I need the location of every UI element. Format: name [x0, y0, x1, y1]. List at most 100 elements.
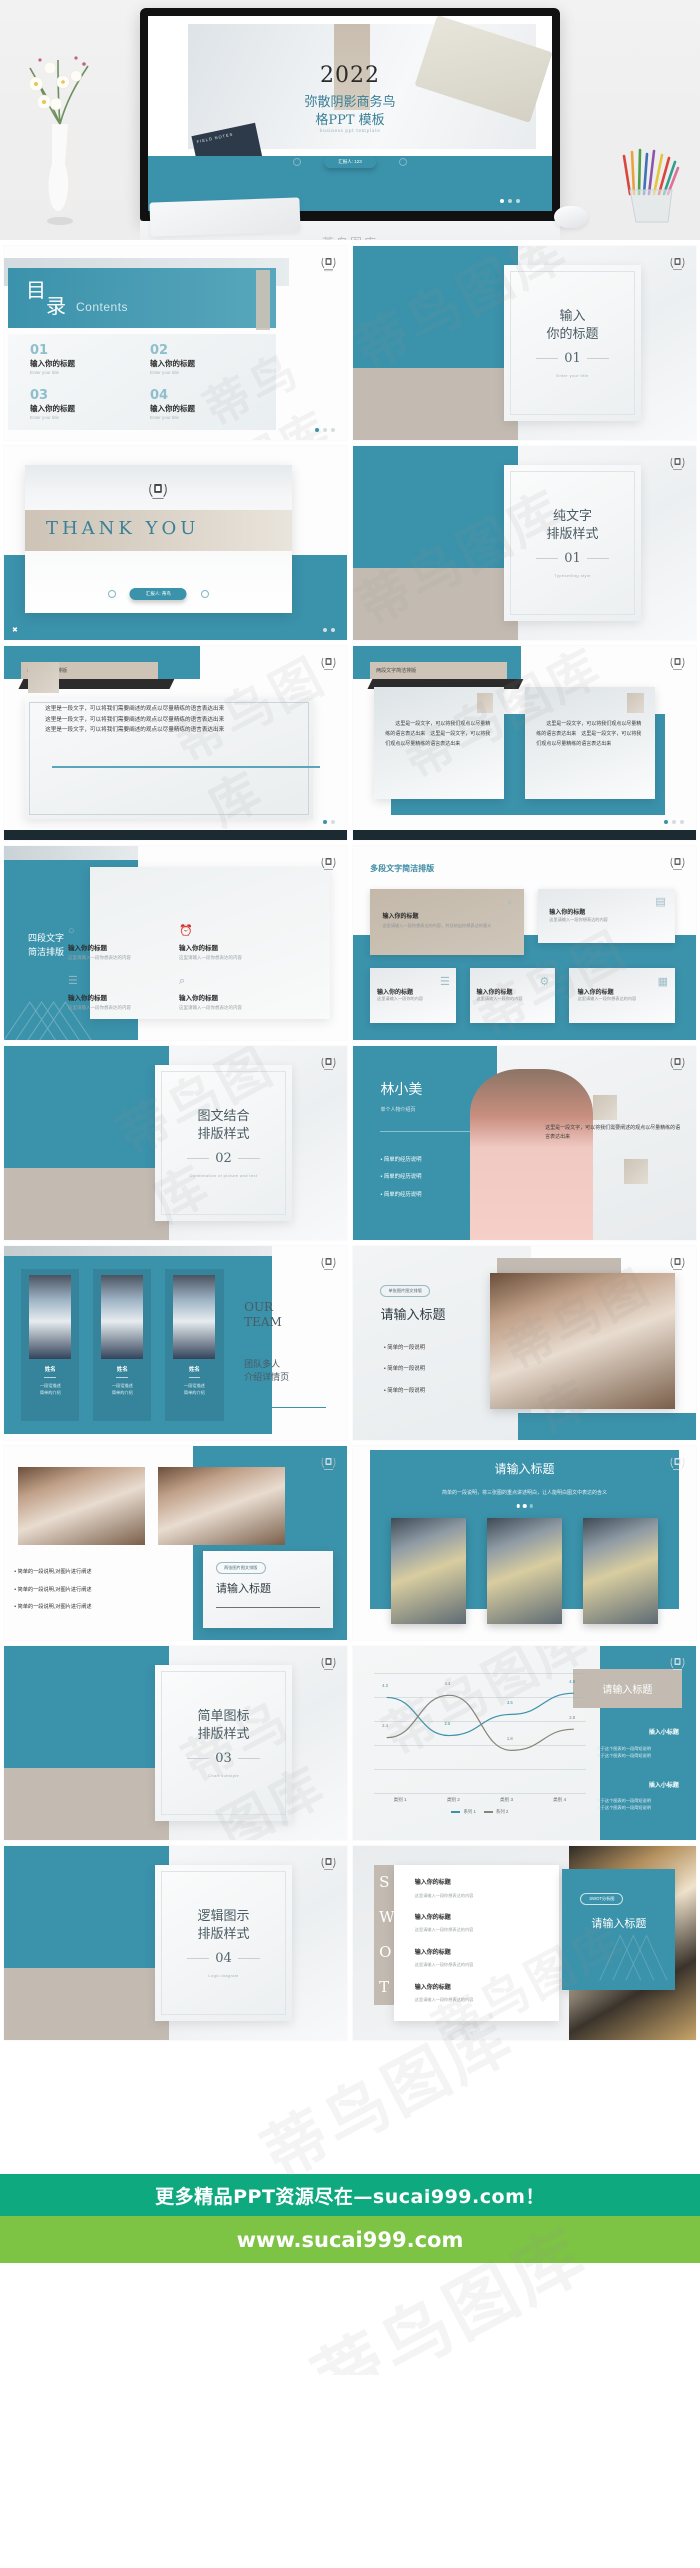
- cover-card: 简单图标 排版样式 03 Chart substyle: [154, 1665, 293, 1821]
- chart-point-label: 4.5: [569, 1678, 576, 1684]
- multi-card-5[interactable]: ▦ 输入你的标题 这里请输入一段你想表达的内容: [569, 968, 676, 1023]
- multi-card-3[interactable]: ☰ 输入你的标题 这里请输入一段你的内容: [370, 968, 456, 1023]
- desk-keyboard: [149, 197, 301, 237]
- slide-person-profile[interactable]: 林小美 单个人物介绍页 • 简单的经历说明 • 简单的经历说明 • 简单的经历说…: [353, 1046, 696, 1240]
- multi-card-desc: 这里请输入一段你想表达的内容: [577, 996, 637, 1002]
- slide-two-paragraph[interactable]: 两段文字简洁排版 这里是一段文字，可以将我们观点以尽量精练的语言表达出来 这里是…: [353, 646, 696, 840]
- slide-one-paragraph[interactable]: 单段文字简洁排版 这里是一段文字，可以将我们需要阐述的观点以尽量精练的语言表达出…: [4, 646, 347, 840]
- grid-icon: ▦: [657, 975, 668, 988]
- team-heading: OUR TEAM: [244, 1300, 326, 1330]
- page-tail: 蒂鸟图库: [0, 2213, 700, 2375]
- page-dots: [315, 628, 335, 632]
- paragraph-line: 这里是一段文字，可以将我们需要阐述的观点以尽量精练的语言表达出来: [45, 716, 225, 723]
- title-slide-year: 2022: [320, 62, 380, 88]
- wreath-logo-icon: [321, 1857, 336, 1870]
- chart-line-系列 2: [386, 1695, 573, 1750]
- chart-legend: 系列 1 系列 2: [374, 1809, 587, 1815]
- icon-cell-2[interactable]: ⏰ 输入你的标题 这里请输入一段你想表达的内容: [179, 926, 316, 961]
- icon-cell-title: 输入你的标题: [179, 995, 218, 1002]
- tan-square-accent: [476, 693, 494, 713]
- slide-swot[interactable]: S W O T 输入你的标题 这里请输入一段你想表达的内容 输入你的标题 这里请…: [353, 1846, 696, 2040]
- icon-cell-4[interactable]: ⌕ 输入你的标题 这里请输入一段你想表达的内容: [179, 976, 316, 1011]
- slide-section-cover-text-01[interactable]: 纯文字 排版样式 01 Typesetting style 蒂鸟图库: [353, 446, 696, 640]
- cover-en-label: Typesetting style: [554, 573, 591, 579]
- multi-card-1[interactable]: ♀ 输入你的标题 这里请输入一段你想表达的内容，并总结出你想表达的意义: [370, 888, 525, 955]
- bullet-3: • 简单的一段说明,对图片进行阐述: [14, 1604, 92, 1611]
- slide-our-team[interactable]: 姓名 一段话描述 简单的介绍 姓名 一段话描述 简单的介绍 姓名 一段话描述 简…: [4, 1246, 347, 1440]
- monitor-bezel: FIELD NOTES 2022 弥散阴影商务鸟 格PPT 模板 busines…: [140, 8, 560, 221]
- contents-item-number: 03: [30, 388, 49, 403]
- contents-cn-char-1: 目: [26, 278, 46, 302]
- thankyou-card: THANK YOU 汇报人: 蒂鸟: [24, 465, 293, 613]
- cover-en-label: Logic diagram: [208, 1973, 239, 1979]
- bullet-3: • 简单的一段说明: [383, 1387, 425, 1394]
- team-member-3[interactable]: 姓名 一段话描述 简单的介绍: [165, 1269, 224, 1421]
- slide-contents[interactable]: 目 录 Contents 01 输入你的标题 Enter your title …: [4, 246, 347, 440]
- team-sub-line-2: 介绍详情页: [244, 1372, 290, 1383]
- swot-row-title-4: 输入你的标题: [414, 1984, 451, 1991]
- cover-divider: 04: [187, 1951, 260, 1966]
- member-divider: [188, 1376, 201, 1378]
- slide-row: 逻辑图示 排版样式 04 Logic diagram S W O T 输入你的标…: [4, 1846, 696, 2040]
- ring-left-icon: [107, 590, 116, 599]
- slide-section-cover-01[interactable]: 输入 你的标题 01 Enter your title 蒂鸟图库: [353, 246, 696, 440]
- slide-multi-card-text[interactable]: 多段文字简洁排版 ♀ 输入你的标题 这里请输入一段你想表达的内容，并总结出你想表…: [353, 846, 696, 1040]
- slide-three-images[interactable]: 请输入标题 简单的一段说明，将三张图的重点讲述明白，让人能明白图文中表达的含义: [353, 1446, 696, 1640]
- bullet-text: 简单的经历说明: [383, 1191, 422, 1198]
- cover-divider: 03: [187, 1751, 260, 1766]
- cover-title-line-2: 你的标题: [546, 327, 599, 343]
- member-desc-line-1: 一段话描述: [183, 1382, 205, 1388]
- slide-row: 图文结合 排版样式 02 Combination of picture and …: [4, 1046, 696, 1240]
- side-label-line-1: 四段文字: [28, 934, 65, 945]
- thankyou-heading: THANK YOU: [45, 518, 200, 540]
- slide-thank-you[interactable]: THANK YOU 汇报人: 蒂鸟 ✖: [4, 446, 347, 640]
- promo-banner-teal[interactable]: 更多精品PPT资源尽在—sucai999.com！: [0, 2174, 700, 2216]
- contents-item-title: 输入你的标题: [30, 359, 75, 368]
- bullet-1: • 简单的一段说明: [383, 1345, 425, 1351]
- contents-item-sub: Enter your title: [30, 370, 60, 375]
- team-meeting-photo: [490, 1273, 676, 1409]
- footer-dark-bar: [353, 830, 696, 840]
- chart-legend-item: 系列 2: [483, 1809, 508, 1815]
- slide-two-images[interactable]: • 简单的一段说明,对图片进行阐述 • 简单的一段说明,对图片进行阐述 • 简单…: [4, 1446, 347, 1640]
- cover-en-label: Chart substyle: [207, 1773, 240, 1779]
- wreath-logo-icon: [670, 657, 685, 670]
- promo-banner-green[interactable]: www.sucai999.com: [0, 2216, 700, 2263]
- contents-item-title: 输入你的标题: [150, 404, 195, 413]
- flower-vase-decoration: [28, 56, 89, 225]
- wreath-logo-icon: [670, 457, 685, 470]
- multi-card-title: 输入你的标题: [549, 910, 586, 917]
- wreath-logo-icon: [321, 1257, 336, 1270]
- bullet-text: 简单的一段说明: [387, 1345, 425, 1351]
- slide-section-cover-03[interactable]: 简单图标 排版样式 03 Chart substyle 蒂鸟图库: [4, 1646, 347, 1840]
- slide-section-cover-04[interactable]: 逻辑图示 排版样式 04 Logic diagram: [4, 1846, 347, 2040]
- cover-card: 逻辑图示 排版样式 04 Logic diagram: [154, 1865, 293, 2021]
- tan-square-accent: [627, 693, 645, 713]
- multi-card-4[interactable]: ⚙ 输入你的标题 这里请输入一段你的内容: [469, 968, 556, 1023]
- contents-item-3[interactable]: 03 输入你的标题 Enter your title: [30, 389, 75, 420]
- multi-card-2[interactable]: ▤ 输入你的标题 这里请输入一段你想表达的内容: [538, 888, 676, 943]
- chart-point-label: 4.4: [444, 1681, 451, 1687]
- team-member-1[interactable]: 姓名 一段话描述 简单的介绍: [21, 1269, 80, 1421]
- wreath-logo-icon: [149, 483, 168, 499]
- team-member-2[interactable]: 姓名 一段话描述 简单的介绍: [93, 1269, 152, 1421]
- chart-category-label: 类别 2: [446, 1797, 460, 1803]
- wreath-logo-icon: [321, 1657, 336, 1670]
- wreath-logo-icon: [321, 257, 336, 272]
- contents-item-4[interactable]: 04 输入你的标题 Enter your title: [150, 389, 195, 420]
- slide-four-icon-text[interactable]: 四段文字 简洁排版 ○ 输入你的标题 这里请输入一段你想表达的内容 ⏰ 输入你的…: [4, 846, 347, 1040]
- cover-title-line-1: 纯文字: [552, 508, 592, 524]
- slide-section-cover-02[interactable]: 图文结合 排版样式 02 Combination of picture and …: [4, 1046, 347, 1240]
- wreath-logo-icon: [321, 1057, 336, 1070]
- contents-item-1[interactable]: 01 输入你的标题 Enter your title: [30, 344, 75, 375]
- person-photo: [469, 1069, 594, 1240]
- indicator-dots: [516, 1504, 533, 1508]
- contents-item-2[interactable]: 02 输入你的标题 Enter your title: [150, 344, 195, 375]
- slide-line-chart[interactable]: 请输入标题 插入小标题 关于这个图表的一段简短说明 关于这个图表的一段简短说明 …: [353, 1646, 696, 1840]
- paragraph-text: 这里是一段文字，可以将我们观点以尽量精练的语言表达出来 这里是一段文字，可以将我…: [385, 721, 491, 747]
- bullet-text: 简单的一段说明: [387, 1366, 425, 1373]
- slide-single-image[interactable]: 单张图片图文排版 请输入标题 • 简单的一段说明 • 简单的一段说明 • 简单的…: [353, 1246, 696, 1440]
- bullet-1: • 简单的一段说明,对图片进行阐述: [14, 1569, 92, 1576]
- paragraph-line: 这里是一段文字，可以将我们需要阐述的观点以尽量精练的语言表达出来: [45, 706, 225, 713]
- team-heading-our: OUR: [244, 1300, 274, 1315]
